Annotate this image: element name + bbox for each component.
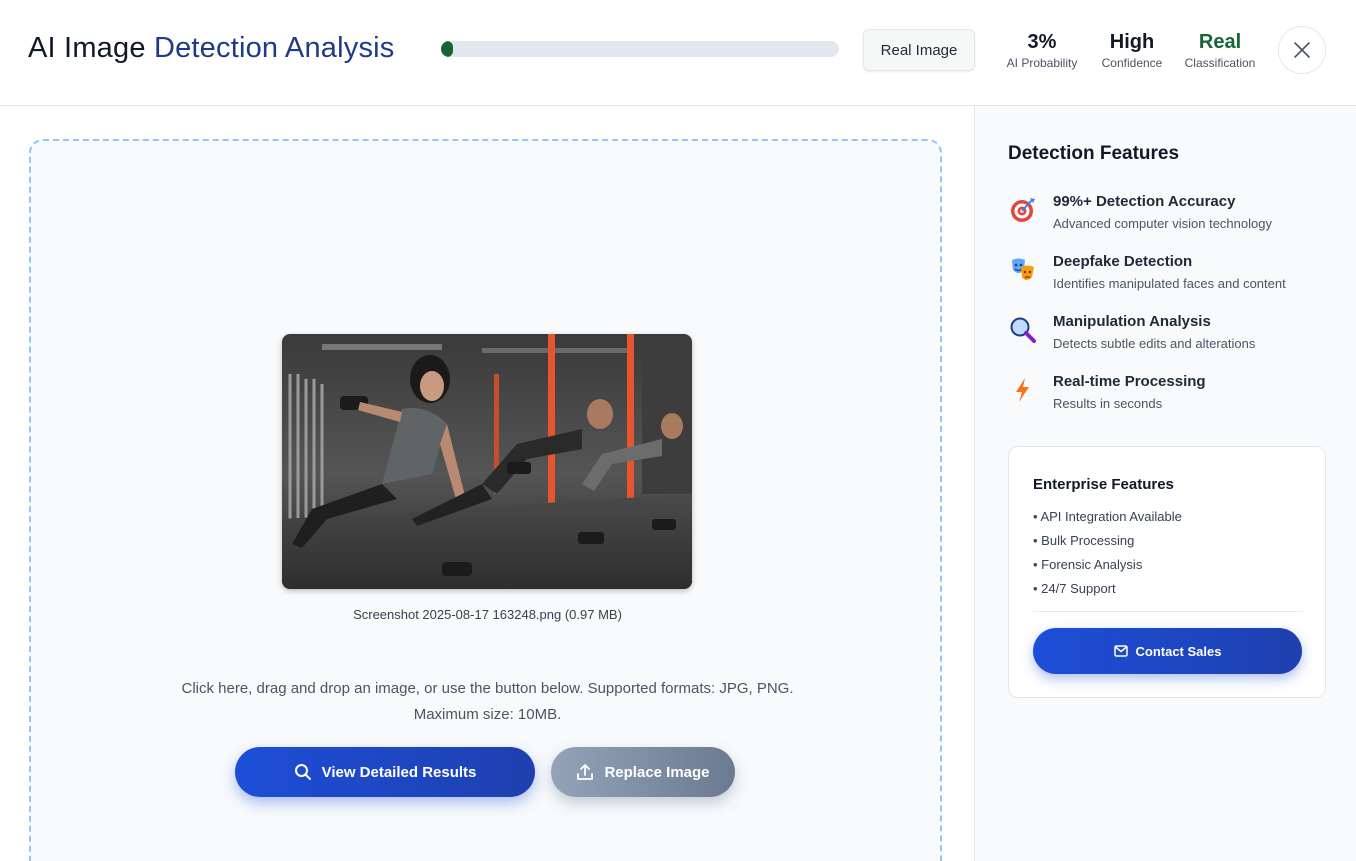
close-icon [1294,42,1310,58]
search-icon [294,764,311,780]
stat-label: Confidence [1101,56,1163,70]
stat-label: Classification [1184,56,1256,70]
feature-name: Manipulation Analysis [1053,313,1211,330]
upload-hint-line: Click here, drag and drop an image, or u… [181,680,794,697]
header: AI Image Detection Analysis Real Image 3… [0,0,1356,106]
lightning-icon [1016,378,1029,402]
title-part-1: AI Image [28,32,146,64]
list-item: • 24/7 Support [1033,581,1116,596]
stat-value: 3% [1027,31,1057,53]
stat-value: Real [1198,31,1242,53]
stat-value: High [1109,31,1155,53]
stat-confidence: High Confidence [1101,30,1163,70]
contact-sales-label: Contact Sales [1135,643,1222,659]
image-preview [282,334,692,589]
enterprise-list: • API Integration Available • Bulk Proce… [1033,505,1182,601]
enterprise-card: Enterprise Features • API Integration Av… [1008,446,1326,698]
view-detailed-results-button[interactable]: View Detailed Results [235,747,535,797]
list-item: • Forensic Analysis [1033,557,1143,572]
detection-features-title: Detection Features [1008,143,1180,164]
feature-description: Detects subtle edits and alterations [1053,336,1256,351]
replace-image-label: Replace Image [604,763,710,781]
feature-description: Advanced computer vision technology [1053,216,1272,231]
upload-hint-line: Maximum size: 10MB. [413,706,562,723]
stat-classification: Real Classification [1184,30,1256,70]
file-name-label: Screenshot 2025-08-17 163248.png (0.97 M… [353,607,622,622]
feature-item: Real-time Processing Results in seconds [1008,373,1348,419]
upload-hint: Click here, drag and drop an image, or u… [131,676,844,728]
feature-name: 99%+ Detection Accuracy [1053,193,1236,210]
ai-probability-fill [441,41,453,57]
target-icon [1011,198,1035,222]
sidebar: Detection Features 99%+ Detection Accura… [974,106,1356,861]
enterprise-title: Enterprise Features [1033,476,1174,493]
view-detailed-results-label: View Detailed Results [321,763,477,781]
close-button[interactable] [1278,26,1326,74]
contact-sales-button[interactable]: Contact Sales [1033,628,1302,674]
magnifier-icon [1010,317,1036,343]
result-badge: Real Image [863,29,975,71]
image-dropzone[interactable]: Screenshot 2025-08-17 163248.png (0.97 M… [29,139,942,861]
upload-icon [577,764,594,780]
feature-item: 99%+ Detection Accuracy Advanced compute… [1008,193,1348,239]
replace-image-button[interactable]: Replace Image [551,747,735,797]
feature-name: Deepfake Detection [1053,253,1193,270]
feature-description: Identifies manipulated faces and content [1053,276,1286,291]
feature-name: Real-time Processing [1053,373,1206,390]
list-item: • Bulk Processing [1033,533,1135,548]
page-title: AI Image Detection Analysis [28,32,395,65]
stat-ai-probability: 3% AI Probability [1006,30,1078,70]
feature-item: Manipulation Analysis Detects subtle edi… [1008,313,1348,359]
ai-probability-bar [441,41,839,57]
divider [1033,611,1303,612]
title-part-2: Detection Analysis [153,32,395,64]
mail-icon [1113,645,1128,657]
masks-icon [1012,258,1034,280]
list-item: • API Integration Available [1033,509,1182,524]
stat-label: AI Probability [1006,56,1078,70]
feature-item: Deepfake Detection Identifies manipulate… [1008,253,1348,299]
gym-photo [282,334,692,589]
feature-description: Results in seconds [1053,396,1163,411]
